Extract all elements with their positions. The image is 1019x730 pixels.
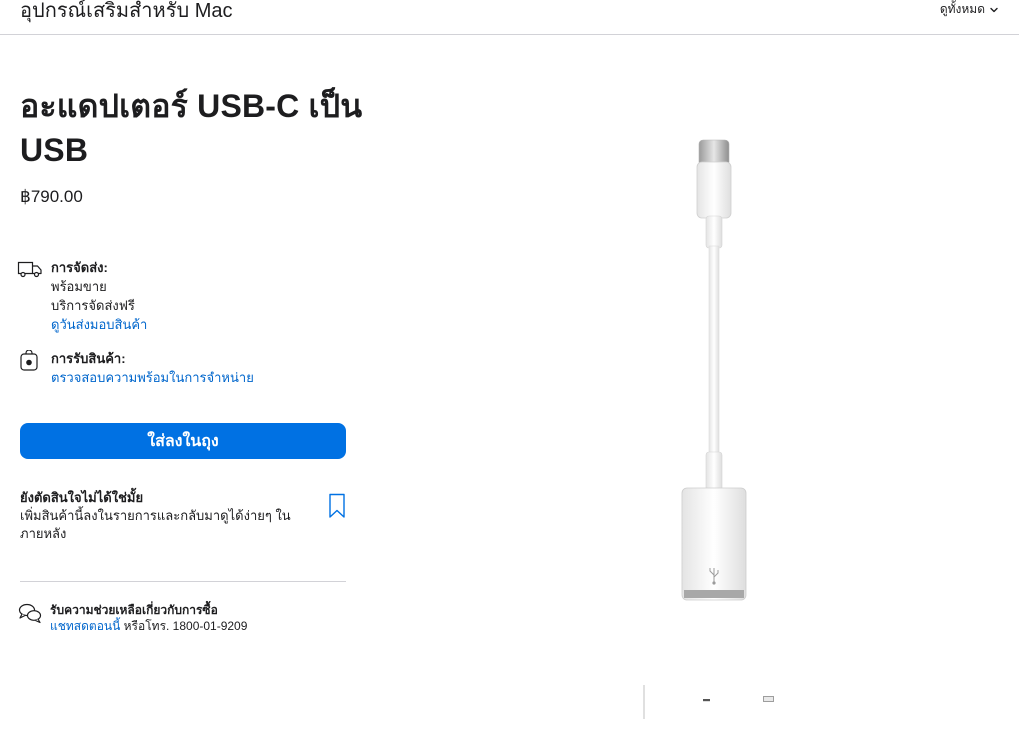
check-availability-link[interactable]: ตรวจสอบความพร้อมในการจำหน่าย (51, 370, 254, 385)
live-chat-link[interactable]: แชทสดตอนนี้ (50, 619, 120, 633)
chat-bubbles-icon (18, 603, 42, 624)
thumbnail-front[interactable] (642, 685, 646, 719)
product-image (681, 139, 747, 601)
store-bag-icon (20, 349, 38, 371)
delivery-free-shipping: บริการจัดส่งฟรี (51, 298, 135, 313)
help-heading: รับความช่วยเหลือเกี่ยวกับการซื้อ (50, 603, 218, 617)
chevron-down-icon (990, 7, 998, 12)
divider (20, 581, 346, 582)
save-for-later-text: เพิ่มสินค้านี้ลงในรายการและกลับมาดูได้ง่… (20, 508, 291, 541)
category-title: อุปกรณ์เสริมสำหรับ Mac (20, 0, 233, 22)
pickup-heading: การรับสินค้า: (51, 351, 126, 366)
help-phone: หรือโทร. 1800-01-9209 (120, 619, 248, 633)
pickup-info: การรับสินค้า: ตรวจสอบความพร้อมในการจำหน่… (17, 349, 347, 387)
thumbnail-usb-port[interactable] (763, 696, 774, 702)
product-price: ฿790.00 (20, 187, 83, 206)
delivery-dates-link[interactable]: ดูวันส่งมอบสินค้า (51, 317, 147, 332)
save-for-later: ยังตัดสินใจไม่ได้ใช่มั้ย เพิ่มสินค้านี้ล… (20, 488, 346, 543)
purchase-help: รับความช่วยเหลือเกี่ยวกับการซื้อ แชทสดตอ… (18, 602, 247, 634)
add-to-bag-button[interactable]: ใส่ลงในถุง (20, 423, 346, 459)
image-thumbnails (630, 682, 790, 722)
save-for-later-heading: ยังตัดสินใจไม่ได้ใช่มั้ย (20, 490, 144, 505)
truck-icon (17, 261, 42, 278)
delivery-info: การจัดส่ง: พร้อมขาย บริการจัดส่งฟรี ดูวั… (17, 258, 347, 334)
delivery-availability: พร้อมขาย (51, 279, 107, 294)
top-nav-bar: อุปกรณ์เสริมสำหรับ Mac ดูทั้งหมด (0, 0, 1019, 35)
product-title: อะแดปเตอร์ USB-C เป็น USB (20, 88, 363, 168)
view-all-link[interactable]: ดูทั้งหมด (940, 0, 999, 19)
thumbnail-connector[interactable] (703, 698, 710, 702)
view-all-label: ดูทั้งหมด (939, 2, 985, 16)
delivery-heading: การจัดส่ง: (51, 260, 108, 275)
bookmark-icon[interactable] (328, 493, 346, 519)
